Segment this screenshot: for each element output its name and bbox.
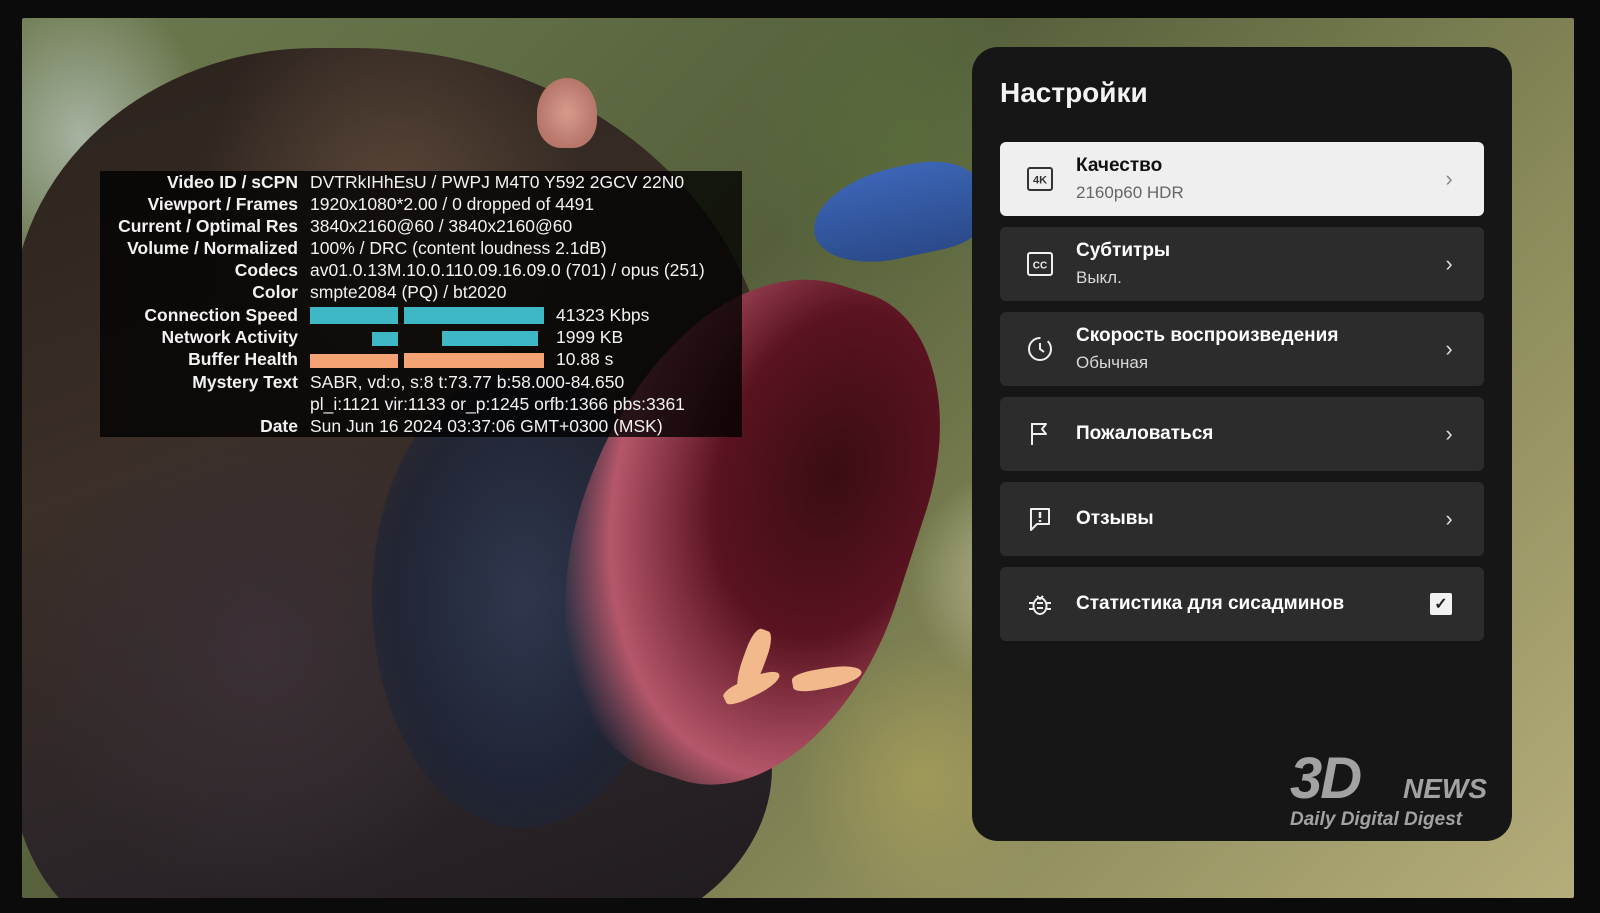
stats-value: 1999 KB bbox=[556, 326, 624, 347]
chevron-right-icon: › bbox=[1445, 251, 1453, 276]
4k-icon: 4K bbox=[1026, 165, 1054, 193]
stats-row: Mystery Text SABR, vd:o, s:8 t:73.77 b:5… bbox=[100, 371, 624, 393]
settings-item-report[interactable]: Пожаловаться › bbox=[1000, 397, 1484, 471]
settings-item-label: Отзывы bbox=[1076, 508, 1154, 529]
flag-icon bbox=[1026, 420, 1054, 448]
stats-value: 41323 Kbps bbox=[556, 304, 650, 325]
settings-item-feedback[interactable]: Отзывы › bbox=[1000, 482, 1484, 556]
graph-bar bbox=[310, 354, 398, 368]
settings-item-subtitles[interactable]: CC Субтитры Выкл. › bbox=[1000, 227, 1484, 301]
bug-icon bbox=[1026, 590, 1054, 618]
stats-row: Color smpte2084 (PQ) / bt2020 bbox=[100, 281, 507, 303]
stats-row: Volume / Normalized 100% / DRC (content … bbox=[100, 237, 607, 259]
stats-label: Date bbox=[260, 415, 298, 436]
settings-item-stats-for-nerds[interactable]: Статистика для сисадминов ✓ bbox=[1000, 567, 1484, 641]
stats-label: Volume / Normalized bbox=[127, 237, 298, 258]
graph-bar bbox=[310, 307, 398, 324]
playback-speed-icon bbox=[1026, 335, 1054, 363]
chevron-right-icon: › bbox=[1445, 506, 1453, 531]
stats-row: Viewport / Frames 1920x1080*2.00 / 0 dro… bbox=[100, 193, 595, 215]
graph-bar bbox=[404, 353, 544, 368]
settings-item-label: Скорость воспроизведения bbox=[1076, 325, 1339, 346]
stats-label: Connection Speed bbox=[144, 304, 298, 325]
settings-item-quality[interactable]: 4K Качество 2160p60 HDR › bbox=[1000, 142, 1484, 216]
stats-label: Mystery Text bbox=[192, 371, 298, 392]
stats-label: Network Activity bbox=[161, 326, 298, 347]
3dnews-watermark: 3D NEWS Daily Digital Digest bbox=[1280, 745, 1540, 845]
stats-value: 10.88 s bbox=[556, 348, 614, 369]
watermark-tagline: Daily Digital Digest bbox=[1290, 809, 1463, 830]
chevron-right-icon: › bbox=[1445, 166, 1453, 191]
network-activity-graph bbox=[310, 328, 546, 346]
graph-bar bbox=[442, 331, 538, 346]
graph-bar bbox=[404, 307, 544, 324]
buffer-health-graph bbox=[310, 350, 546, 368]
stats-value: 100% / DRC (content loudness 2.1dB) bbox=[310, 237, 607, 258]
stats-value: DVTRkIHhEsU / PWPJ M4T0 Y592 2GCV 22N0 bbox=[310, 171, 685, 192]
settings-item-value: Выкл. bbox=[1076, 268, 1122, 287]
settings-panel: Настройки 4K Качество 2160p60 HDR › CC С… bbox=[972, 47, 1512, 841]
stats-value: pl_i:1121 vir:1133 or_p:1245 orfb:1366 p… bbox=[310, 393, 685, 414]
chevron-right-icon: › bbox=[1445, 421, 1453, 446]
mandrill-nose bbox=[804, 151, 990, 275]
settings-item-playback-speed[interactable]: Скорость воспроизведения Обычная › bbox=[1000, 312, 1484, 386]
settings-item-value: 2160p60 HDR bbox=[1076, 183, 1184, 202]
stats-label: Color bbox=[252, 281, 298, 302]
stats-value: Sun Jun 16 2024 03:37:06 GMT+0300 (MSK) bbox=[310, 415, 663, 436]
stats-for-nerds-panel: Video ID / sCPN DVTRkIHhEsU / PWPJ M4T0 … bbox=[100, 171, 742, 437]
stats-label: Viewport / Frames bbox=[147, 193, 298, 214]
stats-row: Buffer Health 10.88 s bbox=[100, 348, 613, 370]
stats-label: Video ID / sCPN bbox=[167, 171, 298, 192]
subtitles-icon: CC bbox=[1026, 250, 1054, 278]
svg-text:CC: CC bbox=[1033, 261, 1047, 272]
settings-item-label: Субтитры bbox=[1076, 240, 1171, 261]
svg-text:4K: 4K bbox=[1033, 175, 1047, 187]
settings-title: Настройки bbox=[1000, 77, 1148, 108]
settings-item-label: Качество bbox=[1076, 155, 1163, 176]
watermark-news: NEWS bbox=[1403, 773, 1487, 804]
stats-row: Video ID / sCPN DVTRkIHhEsU / PWPJ M4T0 … bbox=[100, 171, 684, 193]
stats-label: Buffer Health bbox=[188, 348, 298, 369]
watermark-logo: 3D bbox=[1290, 746, 1362, 811]
settings-item-label: Пожаловаться bbox=[1076, 423, 1214, 444]
graph-bar bbox=[372, 332, 398, 346]
feedback-icon bbox=[1026, 505, 1054, 533]
stats-value: smpte2084 (PQ) / bt2020 bbox=[310, 281, 507, 302]
mandrill-ear bbox=[537, 78, 597, 148]
stats-row: Codecs av01.0.13M.10.0.110.09.16.09.0 (7… bbox=[100, 259, 705, 281]
stats-label: Current / Optimal Res bbox=[118, 215, 298, 236]
connection-speed-graph bbox=[310, 306, 546, 324]
chevron-right-icon: › bbox=[1445, 336, 1453, 361]
checkbox-checked[interactable]: ✓ bbox=[1430, 593, 1452, 615]
stats-label: Codecs bbox=[234, 259, 298, 280]
stats-row: Network Activity 1999 KB bbox=[100, 326, 624, 348]
stats-value: av01.0.13M.10.0.110.09.16.09.0 (701) / o… bbox=[310, 259, 705, 280]
stats-row: Current / Optimal Res 3840x2160@60 / 384… bbox=[100, 215, 572, 237]
stats-row: Connection Speed 41323 Kbps bbox=[100, 304, 649, 326]
stats-value: 1920x1080*2.00 / 0 dropped of 4491 bbox=[310, 193, 595, 214]
stats-row: Date Sun Jun 16 2024 03:37:06 GMT+0300 (… bbox=[100, 415, 663, 437]
settings-item-label: Статистика для сисадминов bbox=[1076, 593, 1345, 614]
stats-value: 3840x2160@60 / 3840x2160@60 bbox=[310, 215, 573, 236]
settings-item-value: Обычная bbox=[1076, 353, 1149, 372]
stats-row: pl_i:1121 vir:1133 or_p:1245 orfb:1366 p… bbox=[100, 393, 685, 415]
stats-value: SABR, vd:o, s:8 t:73.77 b:58.000-84.650 bbox=[310, 371, 625, 392]
